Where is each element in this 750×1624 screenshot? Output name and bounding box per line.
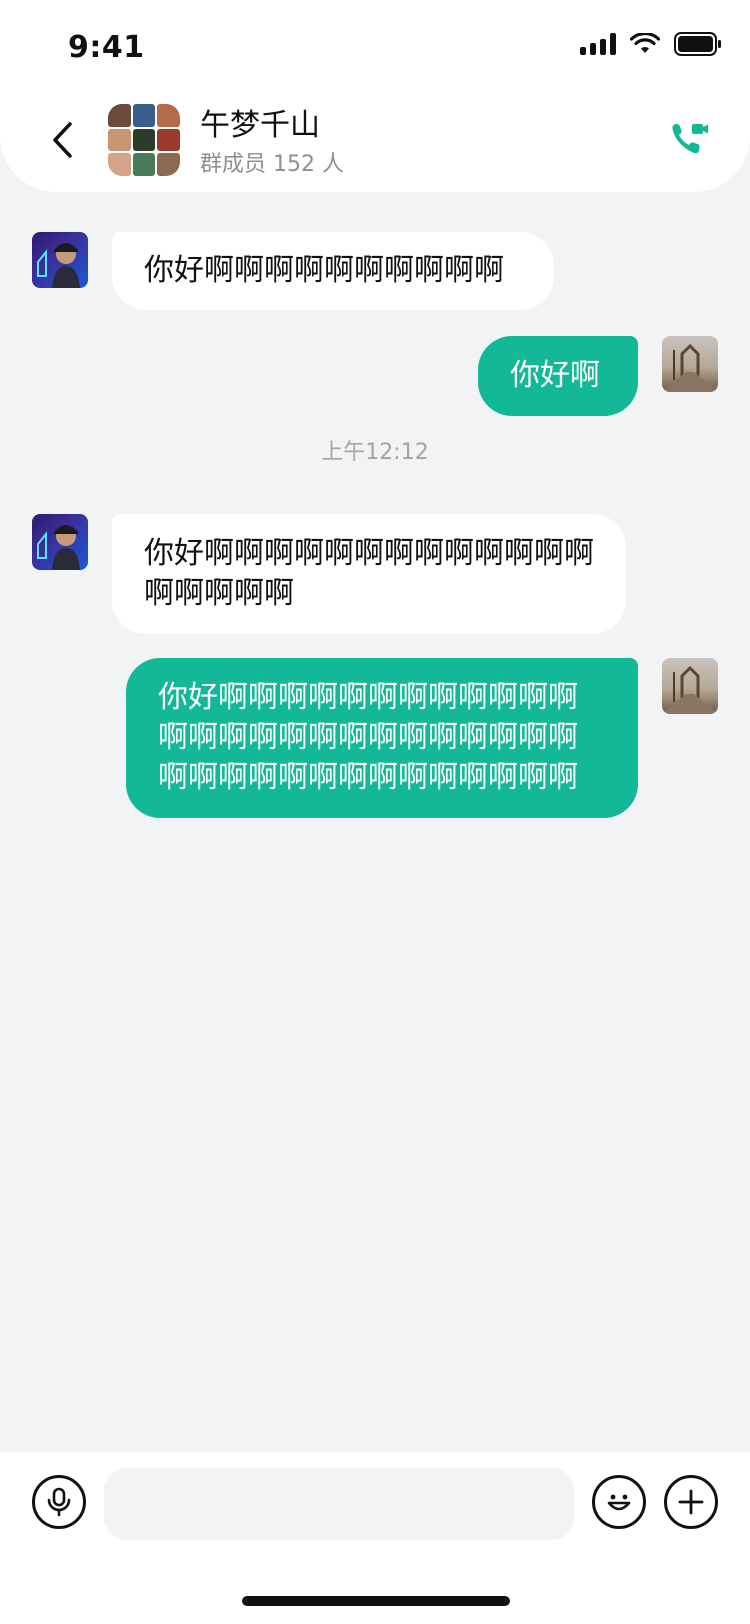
voice-input-button[interactable] [32, 1475, 86, 1529]
wifi-icon [630, 33, 660, 53]
message-bubble[interactable]: 你好啊啊啊啊啊啊啊啊啊啊啊啊啊啊啊啊啊啊 [112, 514, 626, 634]
my-avatar[interactable] [662, 658, 718, 714]
home-indicator [242, 1596, 510, 1606]
message-text: 你好啊啊啊啊啊啊啊啊啊啊啊啊啊啊啊啊啊啊 [144, 536, 594, 611]
video-call-icon [672, 124, 708, 154]
message-timestamp: 上午12:12 [321, 440, 429, 465]
cellular-signal-icon [580, 33, 616, 55]
emoji-button[interactable] [592, 1475, 646, 1529]
message-input[interactable] [104, 1468, 574, 1540]
contact-avatar[interactable] [32, 514, 88, 570]
message-text: 你好啊啊啊啊啊啊啊啊啊啊 [144, 253, 504, 288]
my-avatar[interactable] [662, 336, 718, 392]
plus-icon [678, 1489, 704, 1515]
video-call-button[interactable] [666, 114, 714, 162]
message-bubble[interactable]: 你好啊啊啊啊啊啊啊啊啊啊啊啊啊啊啊啊啊啊啊啊啊啊啊啊啊啊啊啊啊啊啊啊啊啊啊啊啊啊… [126, 658, 638, 818]
message-bubble[interactable]: 你好啊 [478, 336, 638, 416]
emoji-icon [607, 1494, 631, 1511]
member-count: 群成员 152 人 [200, 152, 344, 177]
message-text: 你好啊 [510, 358, 600, 393]
battery-icon [674, 32, 721, 56]
status-icons [580, 32, 722, 56]
more-button[interactable] [664, 1475, 718, 1529]
chat-title[interactable]: 午梦千山 [200, 100, 320, 144]
back-button[interactable] [40, 112, 84, 168]
message-text: 你好啊啊啊啊啊啊啊啊啊啊啊啊啊啊啊啊啊啊啊啊啊啊啊啊啊啊啊啊啊啊啊啊啊啊啊啊啊啊… [158, 680, 578, 795]
group-avatar[interactable] [108, 104, 180, 176]
status-time: 9:41 [68, 30, 145, 65]
chat-header: 9:41 午梦千山 群成员 152 人 [0, 0, 750, 192]
microphone-icon [47, 1487, 71, 1517]
chevron-left-icon [53, 122, 72, 158]
contact-avatar[interactable] [32, 232, 88, 288]
message-bubble[interactable]: 你好啊啊啊啊啊啊啊啊啊啊 [112, 232, 554, 310]
